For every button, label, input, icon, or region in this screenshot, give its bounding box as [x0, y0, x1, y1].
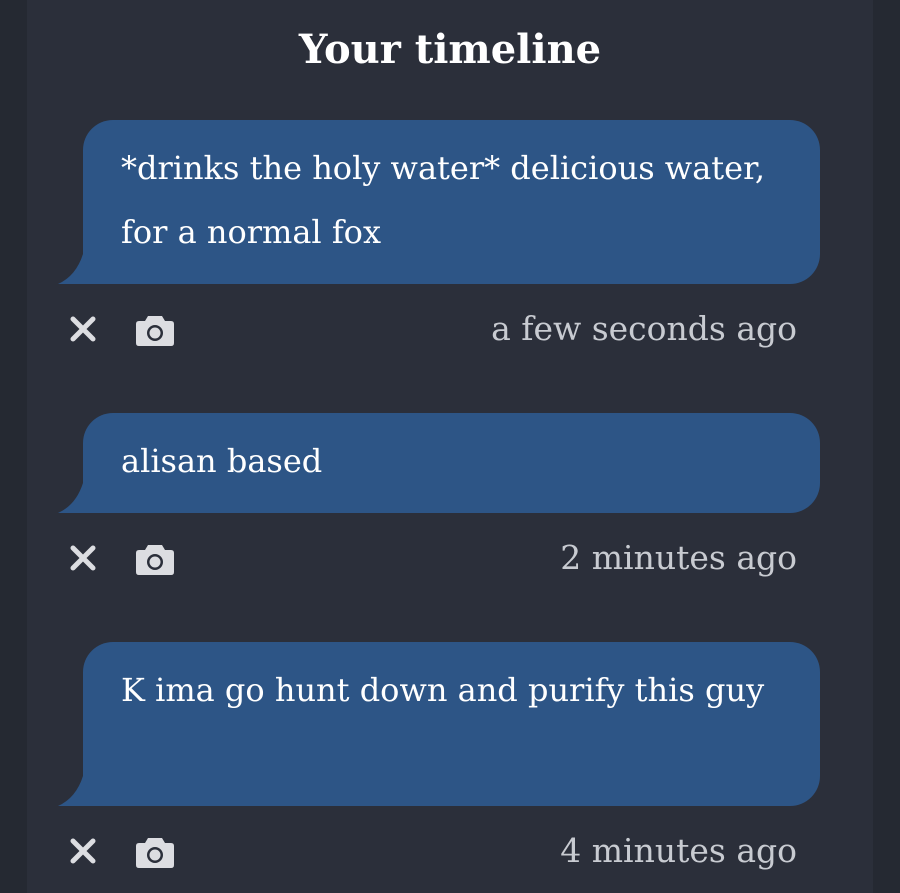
camera-icon[interactable]	[135, 835, 175, 869]
bubble-tail	[58, 776, 83, 806]
page-title: Your timeline	[298, 26, 602, 73]
timestamp: a few seconds ago	[491, 309, 797, 348]
post-meta: 4 minutes ago	[0, 826, 900, 876]
bubble-tail	[58, 483, 83, 513]
timestamp: 4 minutes ago	[560, 831, 797, 870]
bubble-tail	[58, 254, 83, 284]
message-bubble: alisan based	[83, 413, 820, 513]
close-icon[interactable]	[68, 836, 98, 866]
message-text: *drinks the holy water* delicious water,…	[121, 149, 766, 251]
message-text: K ima go hunt down and purify this guy	[121, 671, 765, 709]
camera-icon[interactable]	[135, 313, 175, 347]
message-bubble: K ima go hunt down and purify this guy	[83, 642, 820, 806]
camera-icon[interactable]	[135, 542, 175, 576]
message-bubble: *drinks the holy water* delicious water,…	[83, 120, 820, 284]
post-meta: a few seconds ago	[0, 304, 900, 354]
close-icon[interactable]	[68, 314, 98, 344]
message-text: alisan based	[121, 442, 323, 480]
post-meta: 2 minutes ago	[0, 533, 900, 583]
timestamp: 2 minutes ago	[560, 538, 797, 577]
close-icon[interactable]	[68, 543, 98, 573]
